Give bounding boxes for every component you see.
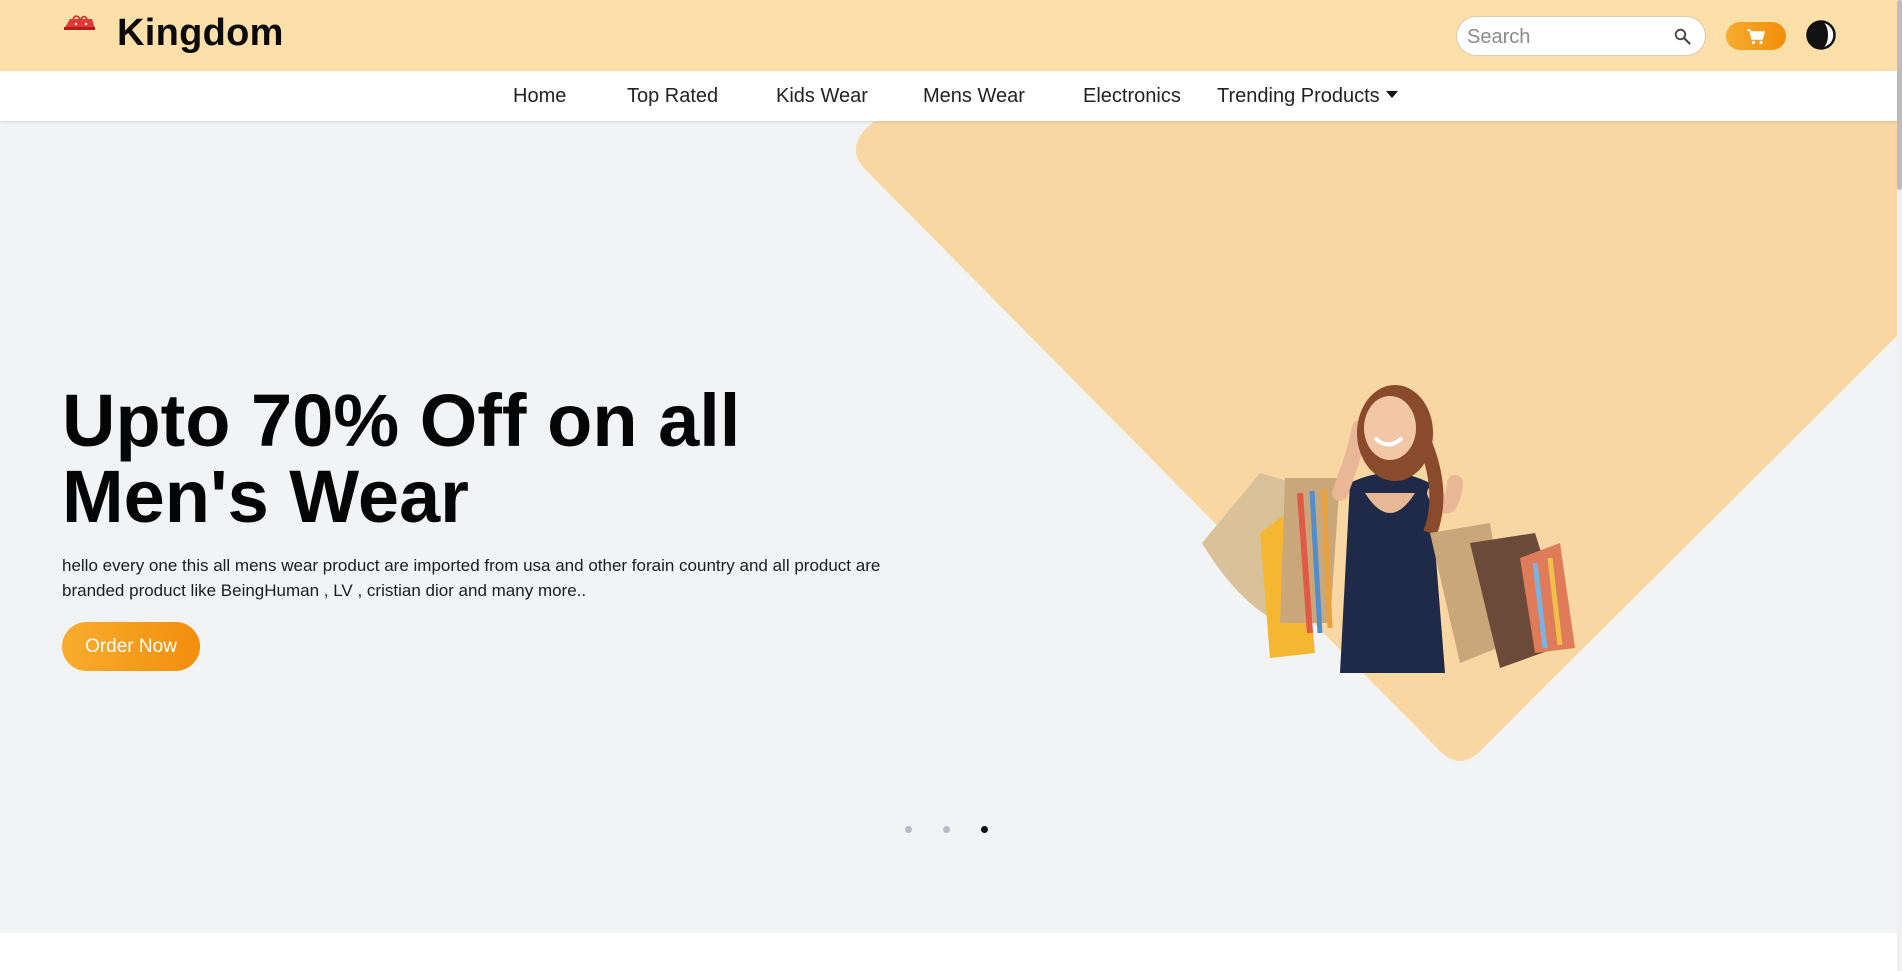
top-header: Kingdom <box>0 0 1897 71</box>
slider-dot-3[interactable] <box>981 826 988 833</box>
caret-down-icon <box>1385 91 1398 98</box>
woman-with-shopping-bags-image <box>1202 385 1575 673</box>
cart-icon <box>1747 28 1765 44</box>
page: Kingdom Home Top Rated Kids Wear Mens We <box>0 0 1902 971</box>
hero-slider: Upto 70% Off on all Men's Wear hello eve… <box>0 121 1897 933</box>
hero-description: hello every one this all mens wear produ… <box>62 556 881 600</box>
dark-mode-toggle-icon[interactable] <box>1806 20 1836 50</box>
next-section-edge <box>0 933 1897 971</box>
hero-headline: Upto 70% Off on all Men's Wear <box>62 379 741 538</box>
brand-name[interactable]: Kingdom <box>117 12 284 55</box>
order-now-button[interactable]: Order Now <box>62 622 200 671</box>
nav-mens-wear[interactable]: Mens Wear <box>923 85 1025 108</box>
nav-kids-wear[interactable]: Kids Wear <box>776 85 868 108</box>
nav-top-rated[interactable]: Top Rated <box>627 85 718 108</box>
shopping-bag-logo-icon[interactable] <box>62 13 96 31</box>
search-input[interactable] <box>1467 23 1667 51</box>
slider-dot-1[interactable] <box>905 826 912 833</box>
search-icon[interactable] <box>1674 28 1691 45</box>
scrollbar-thumb[interactable] <box>1897 0 1902 190</box>
slider-dot-2[interactable] <box>943 826 950 833</box>
cart-button[interactable] <box>1726 22 1786 50</box>
nav-trending-products[interactable]: Trending Products <box>1217 85 1398 108</box>
nav-electronics[interactable]: Electronics <box>1083 85 1181 108</box>
nav-trending-products-label: Trending Products <box>1217 85 1380 107</box>
search-box <box>1456 16 1706 56</box>
page-scrollbar[interactable] <box>1897 0 1902 971</box>
main-nav: Home Top Rated Kids Wear Mens Wear Elect… <box>0 71 1897 121</box>
nav-home[interactable]: Home <box>513 85 566 108</box>
